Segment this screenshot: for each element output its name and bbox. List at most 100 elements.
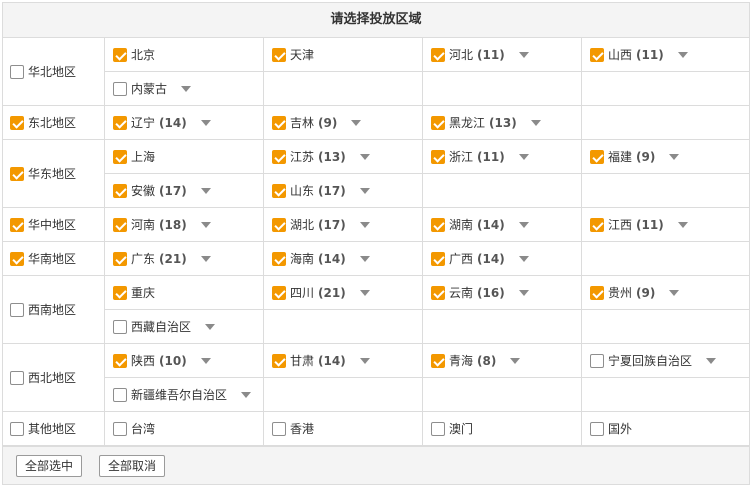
dropdown-arrow-icon[interactable] [518, 153, 529, 160]
province-item[interactable]: 江苏 (13) [264, 140, 422, 173]
checkbox-checked-icon[interactable] [272, 217, 286, 232]
checkbox-checked-icon[interactable] [113, 285, 127, 300]
province-item[interactable]: 甘肃 (14) [264, 344, 422, 377]
dropdown-arrow-icon[interactable] [359, 289, 370, 296]
checkbox-unchecked-icon[interactable] [431, 421, 445, 436]
dropdown-arrow-icon[interactable] [359, 221, 370, 228]
checkbox-checked-icon[interactable] [10, 217, 24, 232]
province-item[interactable]: 澳门 [423, 412, 581, 445]
dropdown-arrow-icon[interactable] [200, 255, 211, 262]
checkbox-checked-icon[interactable] [431, 217, 445, 232]
checkbox-checked-icon[interactable] [431, 251, 445, 266]
province-item[interactable]: 贵州 (9) [582, 276, 750, 309]
checkbox-checked-icon[interactable] [272, 47, 286, 62]
region-item[interactable]: 西南地区 [3, 301, 104, 318]
checkbox-checked-icon[interactable] [590, 47, 604, 62]
checkbox-checked-icon[interactable] [113, 183, 127, 198]
province-item[interactable]: 四川 (21) [264, 276, 422, 309]
checkbox-checked-icon[interactable] [113, 251, 127, 266]
checkbox-checked-icon[interactable] [431, 149, 445, 164]
checkbox-checked-icon[interactable] [590, 149, 604, 164]
province-item[interactable]: 山东 (17) [264, 174, 422, 207]
checkbox-unchecked-icon[interactable] [10, 421, 24, 436]
checkbox-checked-icon[interactable] [431, 353, 445, 368]
province-item[interactable]: 山西 (11) [582, 38, 750, 71]
region-item[interactable]: 华北地区 [3, 63, 104, 80]
dropdown-arrow-icon[interactable] [669, 289, 680, 296]
province-item[interactable]: 青海 (8) [423, 344, 581, 377]
select-all-button[interactable]: 全部选中 [16, 454, 83, 477]
province-item[interactable]: 广西 (14) [423, 242, 581, 275]
province-item[interactable]: 海南 (14) [264, 242, 422, 275]
dropdown-arrow-icon[interactable] [200, 221, 211, 228]
province-item[interactable]: 广东 (21) [105, 242, 263, 275]
dropdown-arrow-icon[interactable] [181, 85, 192, 92]
dropdown-arrow-icon[interactable] [530, 119, 541, 126]
province-item[interactable]: 重庆 [105, 276, 263, 309]
region-item[interactable]: 东北地区 [3, 114, 104, 131]
checkbox-checked-icon[interactable] [10, 166, 24, 181]
checkbox-checked-icon[interactable] [272, 251, 286, 266]
province-item[interactable]: 辽宁 (14) [105, 106, 263, 139]
province-item[interactable]: 香港 [264, 412, 422, 445]
dropdown-arrow-icon[interactable] [241, 391, 252, 398]
checkbox-unchecked-icon[interactable] [10, 370, 24, 385]
region-item[interactable]: 华中地区 [3, 216, 104, 233]
region-item[interactable]: 其他地区 [3, 420, 104, 437]
region-item[interactable]: 西北地区 [3, 369, 104, 386]
province-item[interactable]: 西藏自治区 [105, 310, 263, 343]
region-item[interactable]: 华南地区 [3, 250, 104, 267]
checkbox-unchecked-icon[interactable] [590, 421, 604, 436]
checkbox-checked-icon[interactable] [272, 183, 286, 198]
checkbox-checked-icon[interactable] [272, 149, 286, 164]
checkbox-unchecked-icon[interactable] [113, 319, 127, 334]
checkbox-checked-icon[interactable] [113, 115, 127, 130]
province-item[interactable]: 新疆维吾尔自治区 [105, 378, 263, 411]
checkbox-checked-icon[interactable] [272, 353, 286, 368]
region-item[interactable]: 华东地区 [3, 165, 104, 182]
checkbox-unchecked-icon[interactable] [10, 302, 24, 317]
dropdown-arrow-icon[interactable] [351, 119, 362, 126]
province-item[interactable]: 黑龙江 (13) [423, 106, 581, 139]
checkbox-checked-icon[interactable] [272, 115, 286, 130]
dropdown-arrow-icon[interactable] [200, 119, 211, 126]
province-item[interactable]: 内蒙古 [105, 72, 263, 105]
checkbox-checked-icon[interactable] [590, 285, 604, 300]
checkbox-checked-icon[interactable] [431, 285, 445, 300]
dropdown-arrow-icon[interactable] [359, 255, 370, 262]
dropdown-arrow-icon[interactable] [518, 289, 529, 296]
checkbox-checked-icon[interactable] [10, 115, 24, 130]
dropdown-arrow-icon[interactable] [518, 221, 529, 228]
province-item[interactable]: 安徽 (17) [105, 174, 263, 207]
checkbox-checked-icon[interactable] [113, 149, 127, 164]
checkbox-checked-icon[interactable] [272, 285, 286, 300]
dropdown-arrow-icon[interactable] [518, 255, 529, 262]
checkbox-unchecked-icon[interactable] [10, 64, 24, 79]
province-item[interactable]: 河南 (18) [105, 208, 263, 241]
province-item[interactable]: 福建 (9) [582, 140, 750, 173]
province-item[interactable]: 湖北 (17) [264, 208, 422, 241]
dropdown-arrow-icon[interactable] [510, 357, 521, 364]
checkbox-checked-icon[interactable] [113, 217, 127, 232]
province-item[interactable]: 台湾 [105, 412, 263, 445]
province-item[interactable]: 宁夏回族自治区 [582, 344, 750, 377]
dropdown-arrow-icon[interactable] [518, 51, 529, 58]
checkbox-checked-icon[interactable] [590, 217, 604, 232]
province-item[interactable]: 北京 [105, 38, 263, 71]
deselect-all-button[interactable]: 全部取消 [99, 454, 166, 477]
dropdown-arrow-icon[interactable] [200, 357, 211, 364]
province-item[interactable]: 湖南 (14) [423, 208, 581, 241]
dropdown-arrow-icon[interactable] [677, 51, 688, 58]
dropdown-arrow-icon[interactable] [205, 323, 216, 330]
checkbox-checked-icon[interactable] [113, 47, 127, 62]
checkbox-unchecked-icon[interactable] [590, 353, 604, 368]
dropdown-arrow-icon[interactable] [677, 221, 688, 228]
province-item[interactable]: 河北 (11) [423, 38, 581, 71]
checkbox-checked-icon[interactable] [113, 353, 127, 368]
province-item[interactable]: 上海 [105, 140, 263, 173]
province-item[interactable]: 吉林 (9) [264, 106, 422, 139]
province-item[interactable]: 国外 [582, 412, 750, 445]
dropdown-arrow-icon[interactable] [200, 187, 211, 194]
province-item[interactable]: 天津 [264, 38, 422, 71]
checkbox-unchecked-icon[interactable] [113, 81, 127, 96]
